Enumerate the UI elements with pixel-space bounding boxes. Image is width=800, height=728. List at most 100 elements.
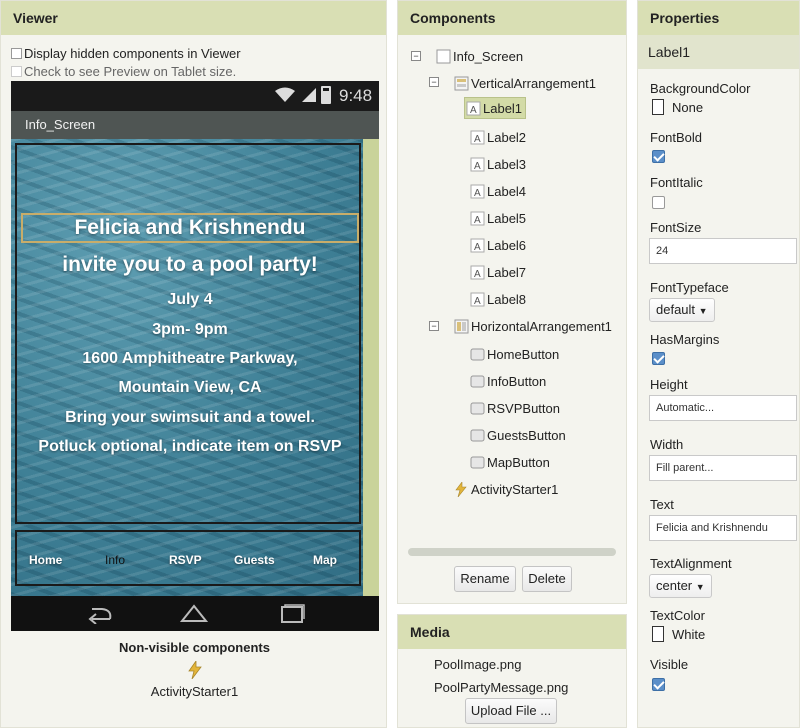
rsvp-button-preview[interactable]: RSVP bbox=[169, 553, 202, 567]
tree-item-label2[interactable]: A Label2 bbox=[470, 127, 526, 149]
components-panel: Components − Info_Screen − VerticalArran… bbox=[397, 0, 627, 604]
label3-preview[interactable]: July 4 bbox=[17, 291, 363, 309]
prop-text-input[interactable]: Felicia and Krishnendu bbox=[649, 515, 797, 541]
properties-panel: Properties Label1 BackgroundColor None F… bbox=[637, 0, 800, 728]
tree-item-label5[interactable]: A Label5 bbox=[470, 208, 526, 230]
tree-item-label: Info_Screen bbox=[453, 49, 524, 64]
svg-text:A: A bbox=[474, 134, 481, 145]
tree-item-rsvp-button[interactable]: RSVPButton bbox=[470, 398, 560, 420]
wifi-icon bbox=[275, 87, 295, 102]
horizontal-arrangement-preview[interactable]: Home Info RSVP Guests Map bbox=[15, 530, 361, 586]
prop-fontsize-input[interactable]: 24 bbox=[649, 238, 797, 264]
media-file-pool-party-message[interactable]: PoolPartyMessage.png bbox=[434, 680, 568, 695]
display-hidden-checkbox[interactable] bbox=[11, 48, 22, 59]
status-time: 9:48 bbox=[339, 86, 373, 105]
label7-preview[interactable]: Bring your swimsuit and a towel. bbox=[17, 409, 363, 427]
label-icon: A bbox=[470, 292, 485, 307]
signal-icon bbox=[302, 88, 316, 102]
android-nav-bar bbox=[11, 596, 379, 631]
collapse-toggle-root[interactable]: − bbox=[411, 51, 421, 61]
tree-item-info-button[interactable]: InfoButton bbox=[470, 371, 546, 393]
svg-text:A: A bbox=[474, 296, 481, 307]
tree-item-guests-button[interactable]: GuestsButton bbox=[470, 425, 566, 447]
label5-preview[interactable]: 1600 Amphitheatre Parkway, bbox=[17, 350, 363, 368]
viewer-panel: Viewer Display hidden components in View… bbox=[0, 0, 387, 728]
prop-fontbold-checkbox[interactable] bbox=[652, 150, 665, 163]
prop-fontbold-label: FontBold bbox=[650, 130, 703, 145]
svg-text:A: A bbox=[470, 105, 477, 116]
prop-fontitalic-checkbox[interactable] bbox=[652, 196, 665, 209]
label2-preview[interactable]: invite you to a pool party! bbox=[17, 253, 363, 277]
tablet-preview-row[interactable]: Check to see Preview on Tablet size. bbox=[11, 64, 236, 79]
upload-file-button[interactable]: Upload File ... bbox=[465, 698, 557, 724]
collapse-toggle-horizontal[interactable]: − bbox=[429, 321, 439, 331]
vertical-arrangement-preview[interactable]: Felicia and Krishnendu invite you to a p… bbox=[15, 143, 361, 524]
components-scrollbar[interactable] bbox=[408, 548, 616, 556]
tree-item-label3[interactable]: A Label3 bbox=[470, 154, 526, 176]
home-nav-icon bbox=[179, 604, 209, 622]
screen-title-bar: Info_Screen bbox=[11, 111, 379, 139]
prop-height-input[interactable]: Automatic... bbox=[649, 395, 797, 421]
recents-nav-icon bbox=[281, 604, 305, 623]
map-button-preview[interactable]: Map bbox=[313, 553, 337, 567]
media-file-pool-image[interactable]: PoolImage.png bbox=[434, 657, 521, 672]
prop-visible-checkbox[interactable] bbox=[652, 678, 665, 691]
prop-textalignment-label: TextAlignment bbox=[650, 556, 732, 571]
tree-item-label1[interactable]: A Label1 bbox=[464, 97, 527, 119]
label-icon: A bbox=[466, 101, 481, 116]
prop-textcolor-swatch[interactable] bbox=[652, 626, 664, 642]
prop-width-input[interactable]: Fill parent... bbox=[649, 455, 797, 481]
prop-background-color-swatch[interactable] bbox=[652, 99, 664, 115]
label6-preview[interactable]: Mountain View, CA bbox=[17, 379, 363, 397]
prop-background-color-value[interactable]: None bbox=[672, 100, 703, 115]
info-button-preview[interactable]: Info bbox=[105, 553, 125, 567]
status-bar: 9:48 bbox=[11, 81, 379, 111]
viewer-title: Viewer bbox=[1, 1, 386, 35]
tree-item-label4[interactable]: A Label4 bbox=[470, 181, 526, 203]
label-icon: A bbox=[470, 238, 485, 253]
label8-preview[interactable]: Potluck optional, indicate item on RSVP bbox=[17, 438, 363, 456]
display-hidden-row[interactable]: Display hidden components in Viewer bbox=[11, 46, 241, 61]
prop-hasmargins-label: HasMargins bbox=[650, 332, 720, 347]
label4-preview[interactable]: 3pm- 9pm bbox=[17, 321, 363, 339]
tree-item-label: VerticalArrangement1 bbox=[471, 76, 597, 91]
label1-preview[interactable]: Felicia and Krishnendu bbox=[17, 216, 363, 240]
button-icon bbox=[470, 456, 485, 469]
nonvisible-activity-starter[interactable]: ActivityStarter1 bbox=[1, 684, 388, 699]
tree-item-label: Label3 bbox=[487, 157, 527, 172]
tree-item-label: GuestsButton bbox=[487, 428, 566, 443]
tree-item-info-screen[interactable]: Info_Screen bbox=[436, 46, 523, 68]
scroll-strip bbox=[363, 139, 379, 596]
svg-text:A: A bbox=[474, 269, 481, 280]
tree-item-label: Label7 bbox=[487, 265, 527, 280]
media-title: Media bbox=[398, 615, 626, 649]
home-button-preview[interactable]: Home bbox=[29, 553, 62, 567]
tree-item-home-button[interactable]: HomeButton bbox=[470, 344, 559, 366]
tree-item-label: MapButton bbox=[487, 455, 550, 470]
tree-item-label: Label1 bbox=[483, 101, 523, 116]
label-icon: A bbox=[470, 130, 485, 145]
tree-item-label7[interactable]: A Label7 bbox=[470, 262, 526, 284]
tree-item-label: Label4 bbox=[487, 184, 527, 199]
prop-fonttypeface-label: FontTypeface bbox=[650, 280, 729, 295]
svg-text:A: A bbox=[474, 215, 481, 226]
prop-textcolor-value[interactable]: White bbox=[672, 627, 705, 642]
rename-button[interactable]: Rename bbox=[454, 566, 516, 592]
prop-fonttypeface-select[interactable]: default ▼ bbox=[649, 298, 715, 322]
tree-item-label6[interactable]: A Label6 bbox=[470, 235, 526, 257]
tree-item-activity-starter[interactable]: ActivityStarter1 bbox=[454, 479, 558, 501]
tree-item-label: HorizontalArrangement1 bbox=[471, 319, 612, 334]
tree-item-label8[interactable]: A Label8 bbox=[470, 289, 526, 311]
dropdown-caret-icon: ▼ bbox=[698, 306, 708, 316]
tree-item-vertical-arrangement[interactable]: VerticalArrangement1 bbox=[454, 73, 596, 95]
guests-button-preview[interactable]: Guests bbox=[234, 553, 275, 567]
tablet-preview-checkbox[interactable] bbox=[11, 66, 22, 77]
tree-item-horizontal-arrangement[interactable]: HorizontalArrangement1 bbox=[454, 316, 612, 338]
tree-item-label: ActivityStarter1 bbox=[471, 482, 559, 497]
prop-textalignment-select[interactable]: center ▼ bbox=[649, 574, 712, 598]
tree-item-label: Label8 bbox=[487, 292, 527, 307]
tree-item-map-button[interactable]: MapButton bbox=[470, 452, 550, 474]
prop-hasmargins-checkbox[interactable] bbox=[652, 352, 665, 365]
collapse-toggle-vertical[interactable]: − bbox=[429, 77, 439, 87]
delete-button[interactable]: Delete bbox=[522, 566, 572, 592]
